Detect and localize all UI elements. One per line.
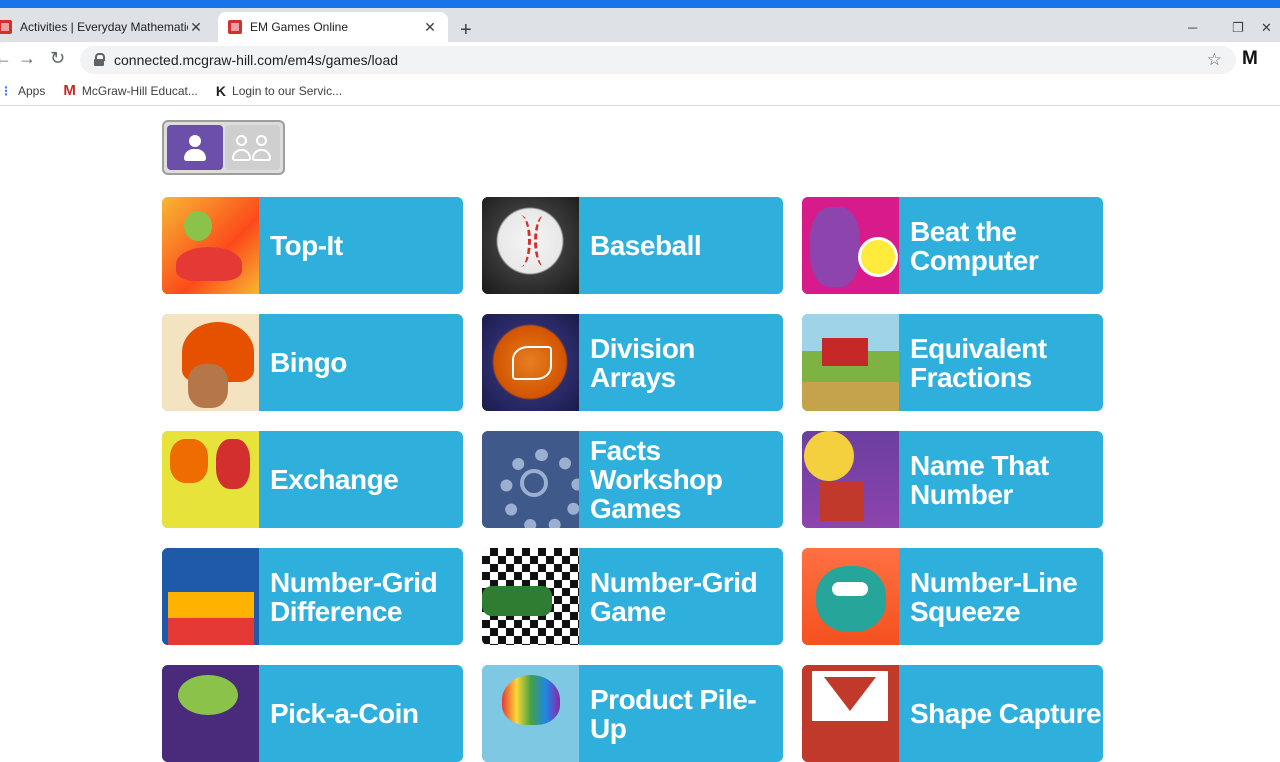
game-title: Beat the Computer (910, 215, 1039, 276)
close-tab-icon[interactable]: ✕ (188, 19, 204, 36)
multi-player-icon (232, 133, 252, 163)
game-title: Name That Number (910, 449, 1049, 510)
multi-player-button[interactable] (224, 125, 280, 170)
game-card-number-line-squeeze[interactable]: Number-Line Squeeze (802, 548, 1103, 645)
reload-icon[interactable]: ↻ (50, 48, 65, 69)
bookmark-login-service[interactable]: K Login to our Servic... (216, 83, 342, 99)
game-card-shape-capture[interactable]: Shape Capture (802, 665, 1103, 762)
browser-top-strip (0, 0, 1280, 8)
game-card-product-pile-up[interactable]: Product Pile-Up (482, 665, 783, 762)
tab-title: Activities | Everyday Mathematics (20, 20, 188, 34)
game-title: Number-Grid Game (590, 566, 758, 627)
mcgraw-hill-favicon-icon (0, 20, 12, 34)
bookmark-mcgraw-hill[interactable]: M McGraw-Hill Educat... (63, 82, 198, 99)
mcgraw-hill-logo-icon: M (63, 82, 76, 99)
game-card-pick-a-coin[interactable]: Pick-a-Coin (162, 665, 463, 762)
tab-bar: Activities | Everyday Mathematics ✕ EM G… (0, 8, 1280, 42)
bookmark-star-icon[interactable]: ☆ (1207, 50, 1222, 70)
single-player-icon (182, 133, 208, 163)
game-title: Exchange (270, 464, 399, 495)
url-text[interactable]: connected.mcgraw-hill.com/em4s/games/loa… (114, 52, 398, 68)
game-card-exchange[interactable]: Exchange (162, 431, 463, 528)
game-card-beat-the-computer[interactable]: Beat the Computer (802, 197, 1103, 294)
game-card-bingo[interactable]: Bingo (162, 314, 463, 411)
game-card-top-it[interactable]: Top-It (162, 197, 463, 294)
new-tab-button[interactable]: + (460, 20, 472, 40)
game-title: Bingo (270, 347, 347, 378)
multi-player-icon (252, 133, 272, 163)
pick-a-coin-thumbnail (162, 665, 259, 762)
tab-em-games-online[interactable]: EM Games Online ✕ (218, 12, 448, 42)
k-logo-icon: K (215, 82, 227, 99)
games-grid: Top-It Baseball Beat the Computer Bingo … (162, 197, 1103, 762)
tab-title: EM Games Online (250, 20, 349, 34)
tab-activities[interactable]: Activities | Everyday Mathematics ✕ (0, 12, 214, 42)
single-player-button[interactable] (167, 125, 223, 170)
address-bar[interactable]: connected.mcgraw-hill.com/em4s/games/loa… (80, 46, 1236, 74)
game-card-name-that-number[interactable]: Name That Number (802, 431, 1103, 528)
game-title: Baseball (590, 230, 702, 261)
name-that-number-thumbnail (802, 431, 899, 528)
game-title: Top-It (270, 230, 343, 261)
game-title: Equivalent Fractions (910, 332, 1047, 393)
game-title: Pick-a-Coin (270, 698, 419, 729)
close-window-icon[interactable]: ✕ (1261, 20, 1272, 36)
forward-arrow-icon[interactable]: → (18, 48, 36, 69)
game-card-baseball[interactable]: Baseball (482, 197, 783, 294)
game-title: Shape Capture (910, 698, 1102, 729)
game-card-division-arrays[interactable]: Division Arrays (482, 314, 783, 411)
back-arrow-icon[interactable]: ← (0, 48, 12, 69)
baseball-thumbnail (482, 197, 579, 294)
bingo-thumbnail (162, 314, 259, 411)
number-line-squeeze-thumbnail (802, 548, 899, 645)
top-it-thumbnail (162, 197, 259, 294)
close-tab-icon[interactable]: ✕ (422, 19, 438, 36)
player-mode-toggle (162, 120, 285, 175)
em-games-favicon-icon (228, 20, 242, 34)
minimize-icon[interactable]: ─ (1188, 20, 1197, 35)
bookmark-label: Apps (18, 83, 46, 98)
game-title: Number-Line Squeeze (910, 566, 1078, 627)
exchange-thumbnail (162, 431, 259, 528)
race-car-flag-thumbnail (482, 548, 579, 645)
balloon-thumbnail (482, 665, 579, 762)
shape-capture-thumbnail (802, 665, 899, 762)
game-title: Product Pile-Up (590, 683, 757, 744)
browser-toolbar: ← → ↻ connected.mcgraw-hill.com/em4s/gam… (0, 42, 1280, 76)
game-card-equivalent-fractions[interactable]: Equivalent Fractions (802, 314, 1103, 411)
bookmark-label: Login to our Servic... (232, 83, 343, 98)
apps-grid-icon: ⋮ (0, 83, 12, 98)
game-card-number-grid-difference[interactable]: Number-Grid Difference (162, 548, 463, 645)
profile-avatar[interactable]: M (1242, 48, 1258, 70)
gear-icon (482, 431, 579, 528)
game-title: Division Arrays (590, 332, 695, 393)
game-title: Facts Workshop Games (590, 435, 723, 524)
bookmark-label: McGraw-Hill Educat... (81, 83, 198, 98)
bookmark-apps[interactable]: ⋮ Apps (0, 84, 45, 98)
game-card-facts-workshop-games[interactable]: Facts Workshop Games (482, 431, 783, 528)
equivalent-fractions-thumbnail (802, 314, 899, 411)
beat-the-computer-thumbnail (802, 197, 899, 294)
bookmarks-bar: ⋮ Apps M McGraw-Hill Educat... K Login t… (0, 76, 1280, 106)
number-grid-difference-thumbnail (162, 548, 259, 645)
game-title: Number-Grid Difference (270, 566, 438, 627)
lock-icon[interactable] (92, 53, 106, 67)
restore-icon[interactable]: ❐ (1232, 20, 1244, 36)
game-card-number-grid-game[interactable]: Number-Grid Game (482, 548, 783, 645)
division-arrays-thumbnail (482, 314, 579, 411)
